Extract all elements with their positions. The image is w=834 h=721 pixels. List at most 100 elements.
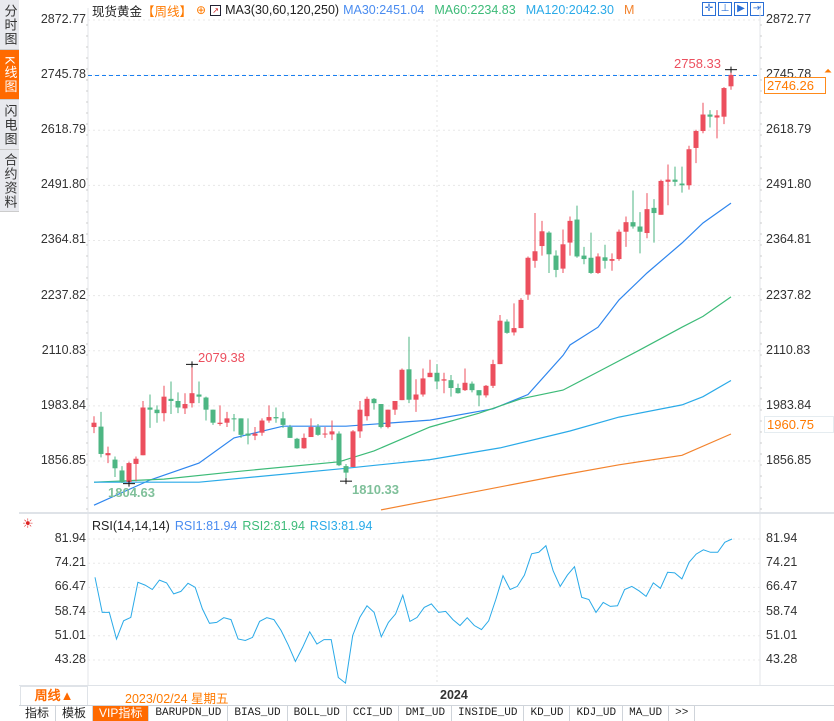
candle-down [231, 418, 237, 420]
candle-up [266, 417, 272, 421]
tab-boll-ud[interactable]: BOLL_UD [288, 706, 347, 721]
candle-up [525, 257, 531, 295]
candle-up [595, 256, 601, 273]
candle-down [588, 257, 594, 273]
candle-up [329, 431, 335, 435]
rsi-axis-label-right: 43.28 [766, 652, 798, 666]
candle-up [189, 393, 195, 404]
candle-down [637, 226, 643, 232]
tab-barupdn-ud[interactable]: BARUPDN_UD [149, 706, 229, 721]
candle-up [413, 394, 419, 400]
candle-up [385, 409, 391, 428]
candle-down [504, 321, 510, 333]
candle-down [203, 397, 209, 410]
tab-kdj-ud[interactable]: KDJ_UD [570, 706, 624, 721]
rsi-axis-label-left: 66.47 [54, 579, 86, 594]
rsi-axis-label-right: 74.21 [766, 555, 798, 570]
candle-down [210, 409, 216, 423]
year-label: 2024 [440, 688, 468, 702]
candle-up [490, 364, 496, 386]
candle-down [168, 398, 174, 402]
candle-down [336, 433, 342, 466]
rsi1-value: RSI1:81.94 [174, 519, 238, 533]
candle-down [672, 179, 678, 182]
candle-down [574, 219, 580, 257]
tab-bias-ud[interactable]: BIAS_UD [228, 706, 288, 721]
candle-down [553, 255, 559, 270]
time-axis-bar: 周线▲ 2023/02/24 星期五 2024 [19, 685, 834, 706]
candle-up [483, 385, 489, 396]
price-axis-label-right: 2110.83 [766, 342, 811, 357]
rsi-axis-label-left: 74.21 [54, 555, 86, 570]
price-axis-label-left: 2872.77 [40, 12, 86, 26]
tab-指标[interactable]: 指标 [19, 706, 57, 721]
candle-down [651, 207, 657, 214]
rsi-axis-label-left: 43.28 [54, 652, 86, 666]
rsi-title: RSI(14,14,14) [92, 519, 170, 533]
price-axis-label-left: 2110.83 [41, 342, 86, 357]
price-axis-label-left: 1856.85 [40, 452, 86, 467]
tab-模板[interactable]: 模板 [56, 706, 94, 721]
candle-up [728, 74, 734, 87]
candle-down [112, 459, 118, 469]
candle-up [252, 433, 258, 436]
price-axis-label-left: 2745.78 [40, 67, 86, 82]
kline-chart[interactable] [0, 0, 834, 720]
tab--[interactable]: >> [669, 706, 696, 721]
candle-up [693, 131, 699, 148]
price-axis-label-right: 1856.85 [766, 452, 812, 467]
candle-down [315, 427, 321, 435]
candle-up [308, 427, 314, 438]
price-axis-label-right: 2872.77 [766, 12, 812, 26]
candle-up [441, 379, 447, 381]
candle-down [287, 427, 293, 438]
candle-up [91, 422, 97, 428]
candle-down [448, 380, 454, 388]
tab-cci-ud[interactable]: CCI_UD [347, 706, 400, 721]
candle-down [147, 407, 153, 410]
rsi-axis-label-right: 81.94 [766, 531, 798, 545]
period-selector[interactable]: 周线▲ [20, 686, 88, 706]
rsi-axis-label-right: 58.74 [766, 603, 798, 618]
price-axis-label-right: 2491.80 [766, 177, 812, 192]
candle-up [532, 251, 538, 261]
rsi-line [94, 538, 733, 685]
candle-up [217, 422, 223, 425]
candle-up [497, 320, 503, 365]
candle-down [119, 470, 125, 483]
candle-up [224, 418, 230, 423]
tab-ma-ud[interactable]: MA_UD [623, 706, 670, 721]
indicator-settings-icon[interactable]: ☀ [22, 516, 34, 532]
tab-vip指标[interactable]: VIP指标 [93, 706, 150, 721]
candle-up [658, 180, 664, 215]
candle-up [462, 382, 468, 391]
mid-high-label: 2079.38 [198, 350, 245, 365]
candle-up [518, 299, 524, 329]
candle-up [301, 437, 307, 449]
tab-inside-ud[interactable]: INSIDE_UD [452, 706, 525, 721]
tab-kd-ud[interactable]: KD_UD [524, 706, 571, 721]
rsi-axis-label-right: 66.47 [766, 579, 798, 594]
candle-down [469, 383, 475, 391]
rsi-axis-label-left: 51.01 [54, 627, 86, 642]
candle-up [427, 372, 433, 378]
price-axis-label-right: 1983.84 [766, 397, 812, 412]
tab-dmi-ud[interactable]: DMI_UD [399, 706, 453, 721]
candle-up [721, 88, 727, 117]
candle-up [644, 209, 650, 234]
candle-down [679, 183, 685, 186]
candle-down [546, 232, 552, 255]
candle-down [196, 394, 202, 397]
price-axis-label-left: 1983.84 [40, 397, 86, 412]
candle-down [343, 466, 349, 473]
scroll-up-icon[interactable]: ⏶ [824, 66, 832, 77]
candle-up [665, 179, 671, 182]
price-axis-label-left: 2618.79 [40, 122, 86, 137]
candle-up [350, 431, 356, 467]
candle-up [364, 398, 370, 417]
rsi2-value: RSI2:81.94 [242, 519, 305, 533]
candle-up [567, 220, 573, 243]
rsi-header: RSI(14,14,14) RSI1:81.94 RSI2:81.94 RSI3… [92, 519, 372, 533]
candle-up [616, 231, 622, 260]
candle-up [182, 404, 188, 409]
